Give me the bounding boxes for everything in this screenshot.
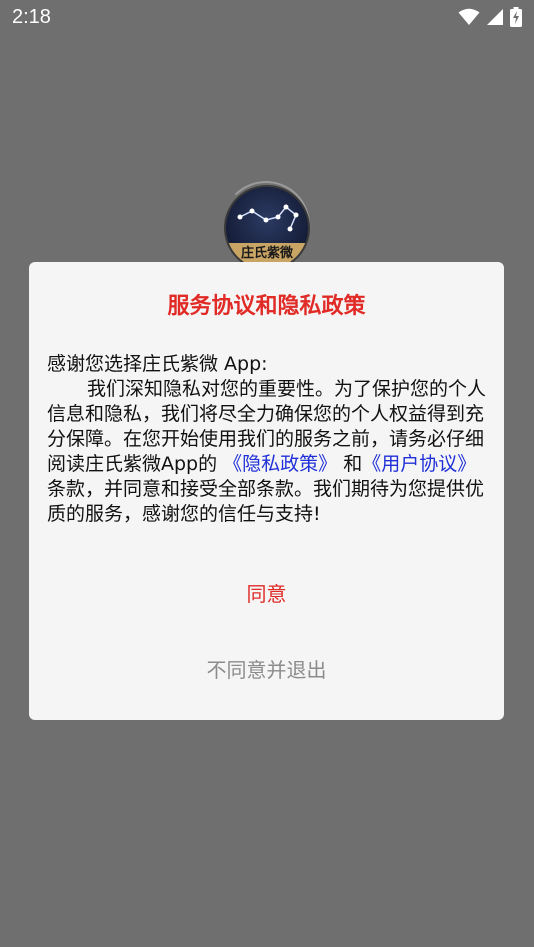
- privacy-dialog: 服务协议和隐私政策 感谢您选择庄氏紫微 App: 我们深知隐私对您的重要性。为了…: [29, 262, 504, 720]
- wifi-icon: [458, 8, 480, 26]
- status-bar: 2:18: [0, 0, 534, 34]
- body-text-and: 和: [337, 453, 363, 475]
- dialog-paragraph: 我们深知隐私对您的重要性。为了保护您的个人信息和隐私，我们将尽全力确保您的个人权…: [47, 377, 487, 527]
- dialog-body: 感谢您选择庄氏紫微 App: 我们深知隐私对您的重要性。为了保护您的个人信息和隐…: [47, 352, 487, 527]
- signal-icon: [486, 8, 504, 26]
- body-text-part2: 条款，并同意和接受全部条款。我们期待为您提供优质的服务，感谢您的信任与支持!: [47, 478, 485, 525]
- dialog-greeting: 感谢您选择庄氏紫微 App:: [47, 353, 268, 375]
- status-time: 2:18: [12, 6, 51, 28]
- disagree-exit-button[interactable]: 不同意并退出: [29, 648, 504, 692]
- logo-circle: 庄氏紫微: [224, 185, 310, 271]
- user-agreement-link[interactable]: 《用户协议》: [362, 453, 476, 475]
- status-icons: [458, 6, 522, 28]
- app-logo: 庄氏紫微: [222, 181, 312, 273]
- battery-charging-icon: [510, 7, 522, 27]
- privacy-policy-link[interactable]: 《隐私政策》: [223, 453, 337, 475]
- agree-button[interactable]: 同意: [29, 572, 504, 616]
- dialog-title: 服务协议和隐私政策: [167, 294, 366, 319]
